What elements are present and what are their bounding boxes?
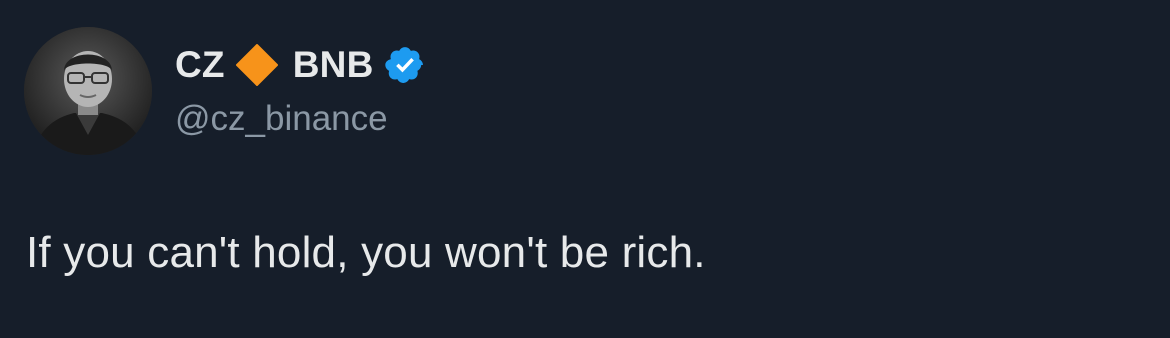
display-name-bnb[interactable]: BNB bbox=[293, 44, 374, 86]
orange-diamond-icon bbox=[235, 43, 279, 87]
author-info: CZ BNB @cz_binance bbox=[175, 27, 426, 139]
verified-badge-icon[interactable] bbox=[384, 44, 426, 86]
display-name-cz[interactable]: CZ bbox=[175, 44, 225, 86]
tweet-header: CZ BNB @cz_binance bbox=[24, 27, 426, 155]
display-name-row[interactable]: CZ BNB bbox=[175, 39, 426, 91]
tweet-card: CZ BNB @cz_binance If you can't hold, yo… bbox=[0, 0, 1170, 338]
tweet-text: If you can't hold, you won't be rich. bbox=[26, 228, 706, 277]
avatar[interactable] bbox=[24, 27, 152, 155]
author-handle[interactable]: @cz_binance bbox=[175, 99, 426, 139]
